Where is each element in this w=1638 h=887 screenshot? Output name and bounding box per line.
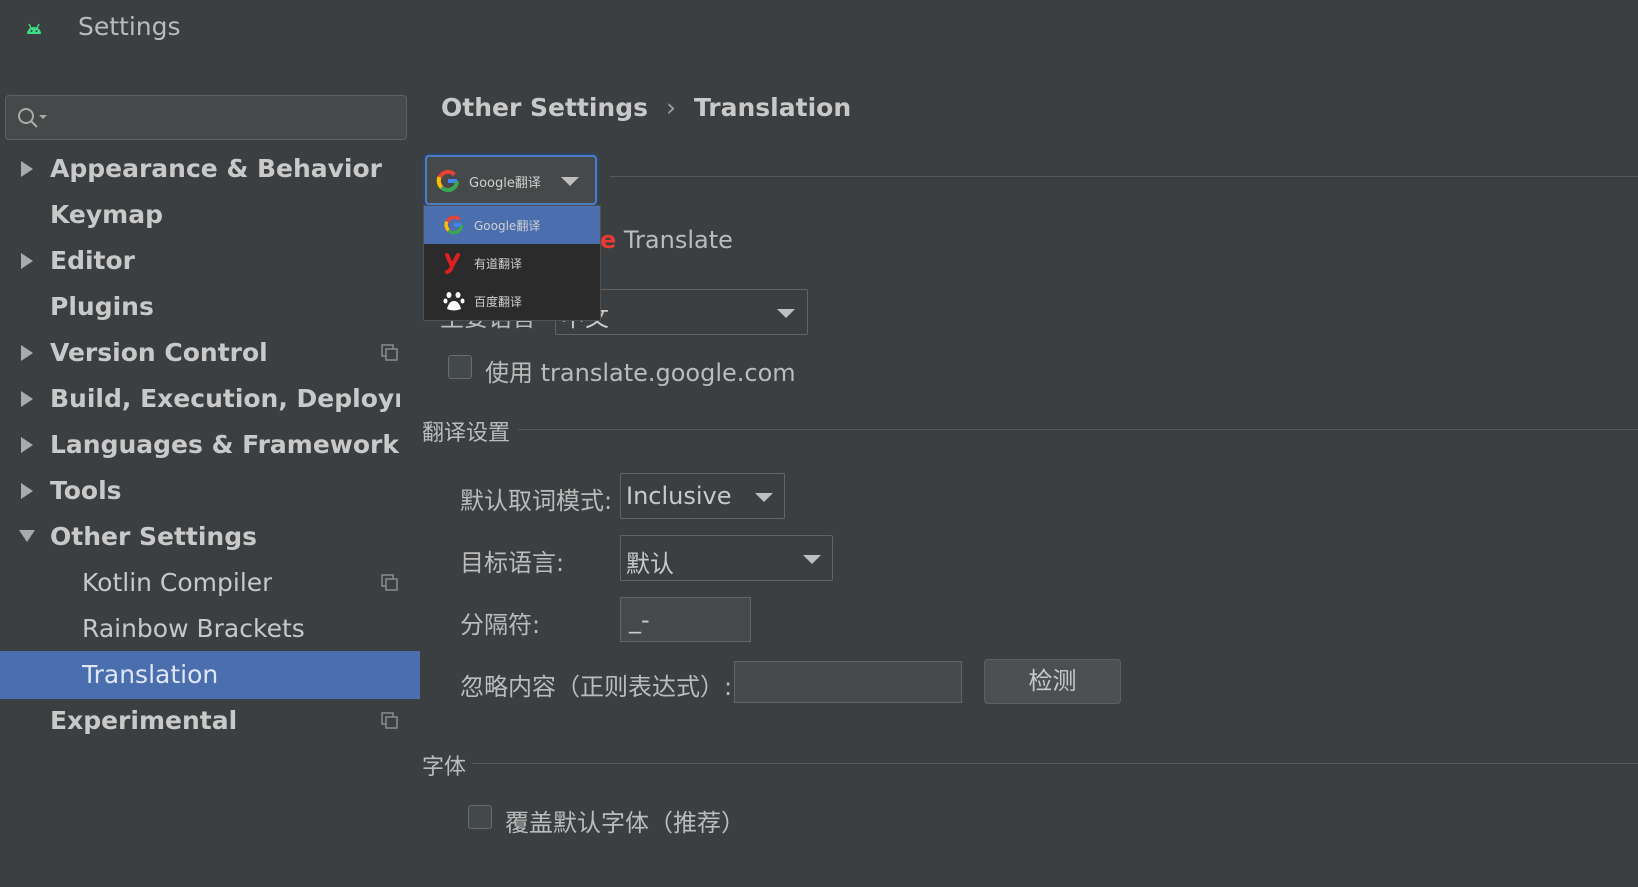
word-mode-select[interactable]: Inclusive <box>620 473 785 519</box>
google-icon <box>444 215 464 235</box>
expand-arrow-icon[interactable] <box>18 145 36 193</box>
search-icon <box>18 108 47 128</box>
override-font-label[interactable]: 覆盖默认字体（推荐） <box>505 803 745 838</box>
engine-option-youdao[interactable]: 有道翻译 <box>424 244 600 282</box>
project-settings-icon <box>381 712 398 729</box>
sidebar-item-appearance[interactable]: Appearance & Behavior <box>0 145 420 193</box>
baidu-icon <box>443 292 465 311</box>
expand-arrow-icon[interactable] <box>18 467 36 515</box>
search-input[interactable] <box>5 95 407 140</box>
breadcrumb-current: Translation <box>694 93 852 122</box>
separator-input[interactable]: _- <box>620 597 751 642</box>
android-icon <box>27 23 41 34</box>
ignore-regex-input[interactable] <box>734 661 962 703</box>
sidebar-item-label: Other Settings <box>50 522 257 551</box>
expand-arrow-icon[interactable] <box>18 237 36 285</box>
divider <box>472 763 1638 764</box>
sidebar-item-version-control[interactable]: Version Control <box>0 329 420 377</box>
translation-engine-select[interactable]: Google翻译 <box>425 155 597 205</box>
engine-option-baidu[interactable]: 百度翻译 <box>424 282 600 320</box>
sidebar-item-label: Editor <box>50 246 135 275</box>
engine-selected-label: Google翻译 <box>469 176 541 191</box>
project-settings-icon <box>381 344 398 361</box>
sidebar-item-other-settings[interactable]: Other Settings <box>0 513 420 561</box>
word-mode-label: 默认取词模式: <box>460 487 613 515</box>
sidebar-item-keymap[interactable]: Keymap <box>0 191 420 239</box>
section-title-translate-settings: 翻译设置 <box>422 421 511 446</box>
sidebar-item-languages[interactable]: Languages & Frameworks <box>0 421 420 469</box>
sidebar-item-label: Version Control <box>50 338 268 367</box>
override-font-checkbox[interactable] <box>468 805 492 829</box>
use-google-com-checkbox[interactable] <box>448 355 472 379</box>
youdao-icon <box>445 253 460 274</box>
chevron-down-icon <box>803 555 821 564</box>
sidebar-item-label: Languages & Frameworks <box>50 430 400 459</box>
breadcrumb-parent[interactable]: Other Settings <box>441 93 648 122</box>
sidebar-item-editor[interactable]: Editor <box>0 237 420 285</box>
divider <box>518 429 1638 430</box>
sidebar-item-kotlin-compiler[interactable]: Kotlin Compiler <box>0 559 420 607</box>
breadcrumb: Other Settings › Translation <box>441 93 851 122</box>
sidebar-item-label: Kotlin Compiler <box>82 568 273 597</box>
sidebar-item-label: Keymap <box>50 200 164 229</box>
sidebar-item-experimental[interactable]: Experimental <box>0 697 420 745</box>
sidebar-item-label: Rainbow Brackets <box>82 614 305 643</box>
chevron-down-icon <box>777 309 795 318</box>
collapse-arrow-icon[interactable] <box>18 513 36 561</box>
expand-arrow-icon[interactable] <box>18 329 36 377</box>
settings-sidebar: Appearance & Behavior Keymap Editor Plug… <box>0 83 420 887</box>
sidebar-item-label: Appearance & Behavior <box>50 154 382 183</box>
sidebar-item-translation[interactable]: Translation <box>0 651 420 699</box>
sidebar-item-build[interactable]: Build, Execution, Deployment <box>0 375 420 423</box>
expand-arrow-icon[interactable] <box>18 375 36 423</box>
breadcrumb-separator: › <box>666 93 676 122</box>
separator-label: 分隔符: <box>460 611 541 639</box>
sidebar-item-label: Experimental <box>50 706 238 735</box>
expand-arrow-icon[interactable] <box>18 421 36 469</box>
ignore-regex-label: 忽略内容（正则表达式）: <box>460 673 733 701</box>
check-button[interactable]: 检测 <box>984 659 1121 704</box>
sidebar-item-label: Plugins <box>50 292 154 321</box>
window-title: Settings <box>78 12 181 41</box>
sidebar-item-plugins[interactable]: Plugins <box>0 283 420 331</box>
chevron-down-icon <box>755 493 773 502</box>
sidebar-item-tools[interactable]: Tools <box>0 467 420 515</box>
sidebar-item-label: Translation <box>82 660 219 689</box>
sidebar-item-rainbow-brackets[interactable]: Rainbow Brackets <box>0 605 420 653</box>
engine-dropdown-list: Google翻译 有道翻译 百度翻译 <box>423 205 601 321</box>
use-google-com-label[interactable]: 使用 translate.google.com <box>485 353 796 388</box>
engine-option-google[interactable]: Google翻译 <box>424 206 600 244</box>
section-title-font: 字体 <box>422 755 467 780</box>
divider <box>610 176 1638 177</box>
google-translate-header: e Translate <box>600 226 733 254</box>
target-language-select[interactable]: 默认 <box>620 535 833 581</box>
google-icon <box>436 169 460 193</box>
settings-content: Other Settings › Translation Google翻译 e Tr… <box>420 83 1638 887</box>
sidebar-item-label: Build, Execution, Deployment <box>50 384 400 413</box>
target-language-label: 目标语言: <box>460 549 565 577</box>
project-settings-icon <box>381 574 398 591</box>
chevron-down-icon <box>561 177 579 186</box>
sidebar-item-label: Tools <box>50 476 122 505</box>
title-bar: Settings <box>0 0 1638 80</box>
